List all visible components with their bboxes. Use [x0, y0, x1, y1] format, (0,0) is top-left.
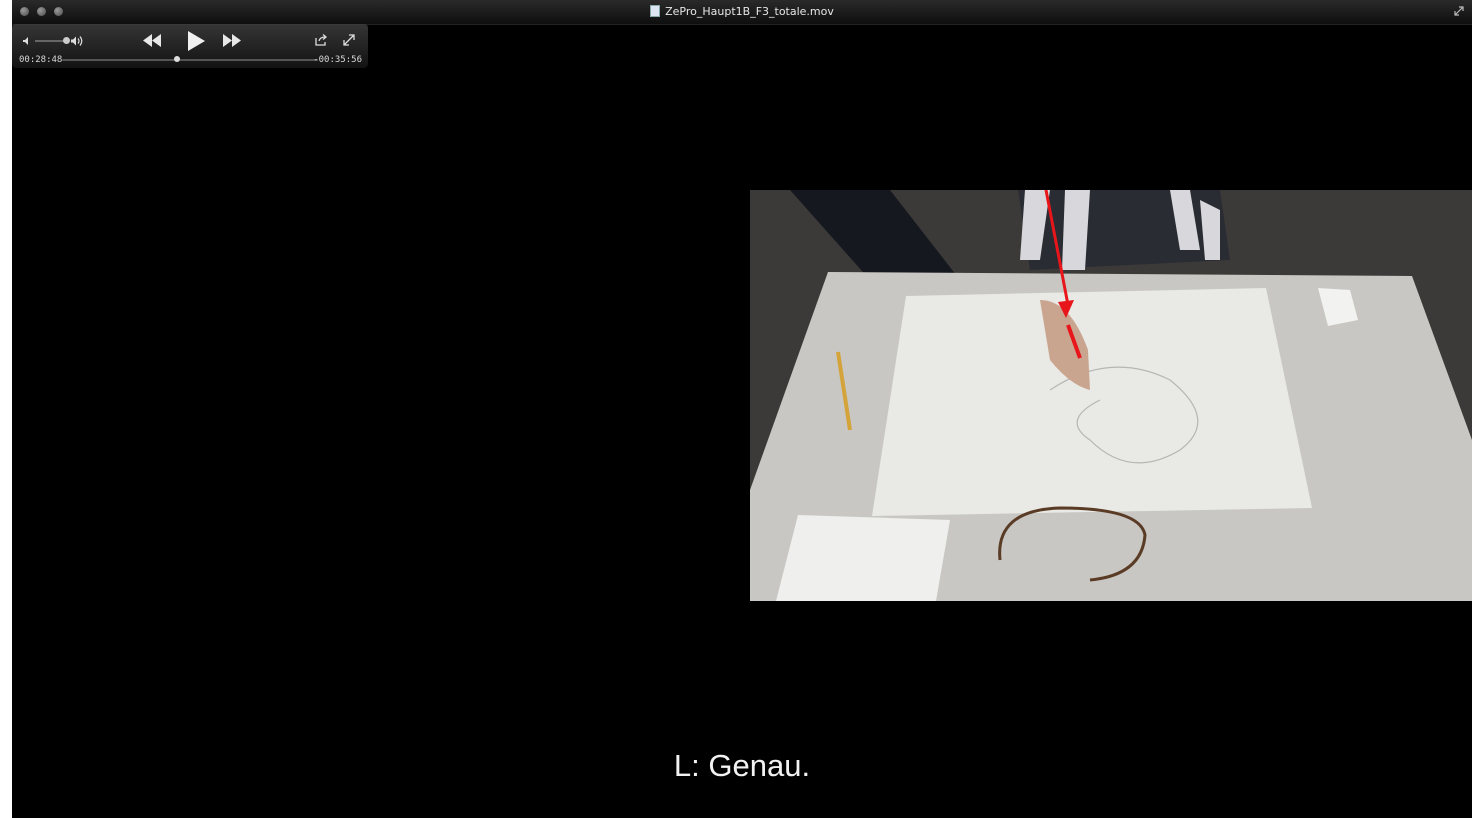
fullscreen-icon[interactable] [343, 34, 355, 46]
elapsed-time: 00:28:48 [19, 55, 63, 65]
play-icon[interactable] [188, 31, 205, 51]
rewind-icon[interactable] [143, 34, 161, 47]
volume-slider[interactable] [35, 37, 70, 44]
window-title-text: ZePro_Haupt1B_F3_totale.mov [665, 5, 834, 18]
volume-high-icon[interactable] [70, 35, 84, 47]
enter-fullscreen-icon[interactable] [1454, 6, 1464, 16]
movie-file-icon [650, 5, 661, 17]
video-scene [750, 190, 1472, 601]
player-window: ZePro_Haupt1B_F3_totale.mov 00:28:48 -00… [12, 0, 1472, 818]
fast-forward-icon[interactable] [223, 34, 241, 47]
scrubber-track[interactable] [62, 56, 318, 62]
remaining-time: -00:35:56 [313, 55, 362, 65]
video-frame[interactable] [750, 190, 1472, 601]
title-bar: ZePro_Haupt1B_F3_totale.mov [12, 0, 1472, 25]
scrubber-playhead[interactable] [174, 56, 181, 62]
volume-low-icon[interactable] [22, 36, 32, 46]
subtitle-text: L: Genau. [673, 748, 811, 783]
drawing-paper [872, 288, 1312, 516]
playback-controls: 00:28:48 -00:35:56 [12, 24, 368, 68]
share-icon[interactable] [315, 34, 328, 46]
worksheet-paper [776, 515, 950, 601]
window-title: ZePro_Haupt1B_F3_totale.mov [12, 0, 1472, 24]
volume-knob[interactable] [63, 37, 70, 44]
